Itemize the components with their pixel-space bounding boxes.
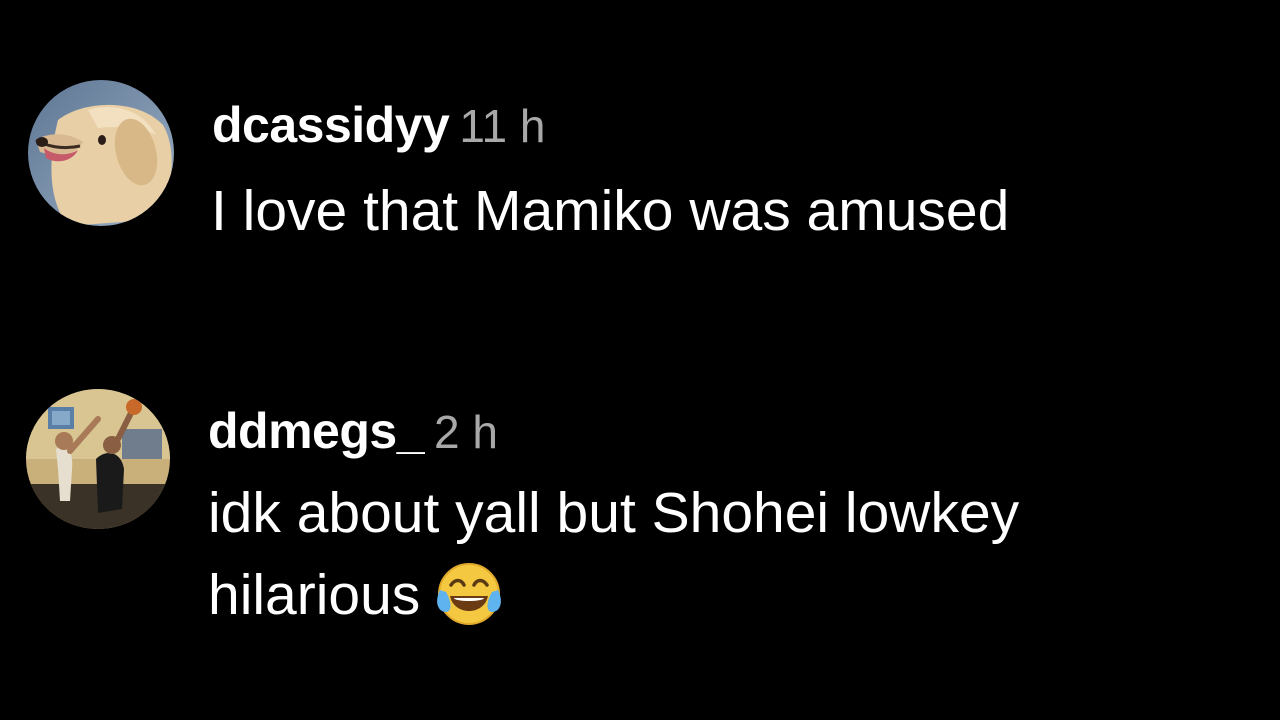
timestamp: 11 h [459,100,546,152]
avatar[interactable] [28,80,174,226]
comment-text: I love that Mamiko was amused [211,179,1010,243]
username-link[interactable]: ddmegs_ [208,403,425,459]
comment-text-body: idk about yall but Shohei lowkey hilario… [208,481,1020,627]
comment-text: idk about yall but Shohei lowkey hilario… [208,472,1268,636]
avatar[interactable] [26,389,170,529]
comment-header: ddmegs_ 2 h [208,406,498,456]
basketball-avatar-icon [26,389,170,529]
tears-of-joy-emoji-icon [434,558,504,628]
comment-header: dcassidyy 11 h [212,100,545,150]
dog-avatar-icon [28,80,174,226]
timestamp: 2 h [434,406,498,458]
username-link[interactable]: dcassidyy [212,97,450,153]
